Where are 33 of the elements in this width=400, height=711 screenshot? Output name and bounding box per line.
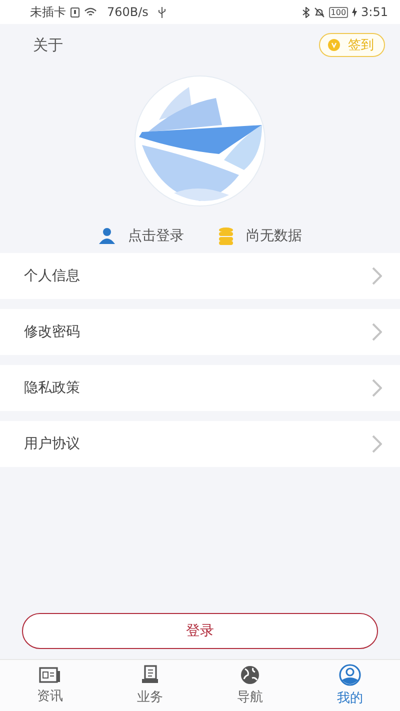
login-button[interactable]: 登录 [22, 613, 378, 649]
chevron-icon [372, 379, 382, 397]
user-icon [98, 227, 116, 245]
nav-tab[interactable]: 资讯 [0, 660, 100, 711]
chevron-icon [372, 267, 382, 285]
points-text: 尚无数据 [246, 227, 302, 245]
login-link[interactable]: 点击登录 [98, 227, 184, 245]
badge-icon [328, 39, 340, 51]
profile-icon [339, 664, 361, 686]
charging-icon [352, 7, 358, 17]
bluetooth-icon [302, 6, 310, 18]
sim-icon [70, 6, 80, 18]
page-title: 关于 [33, 36, 63, 54]
battery-level: 100 [328, 6, 348, 18]
nav-tab[interactable]: 我的 [300, 660, 400, 711]
globe-icon [240, 665, 260, 685]
coins-icon [218, 227, 234, 245]
nav-tab[interactable]: 导航 [200, 660, 300, 711]
nav-tab[interactable]: 业务 [100, 660, 200, 711]
wifi-icon [84, 7, 97, 17]
chevron-icon [372, 323, 382, 341]
mute-icon [314, 6, 325, 18]
usb-icon [158, 6, 166, 18]
clock: 3:51 [361, 5, 388, 19]
chevron-icon [372, 435, 382, 453]
carrier-text: 未插卡 [30, 4, 66, 20]
menu-item[interactable]: 修改密码 [0, 309, 400, 355]
newspaper-icon [39, 666, 61, 684]
menu-item[interactable]: 隐私政策 [0, 365, 400, 411]
document-icon [140, 665, 160, 685]
network-speed: 760B/s [107, 5, 148, 19]
menu-item[interactable]: 用户协议 [0, 421, 400, 467]
menu-item[interactable]: 个人信息 [0, 253, 400, 299]
